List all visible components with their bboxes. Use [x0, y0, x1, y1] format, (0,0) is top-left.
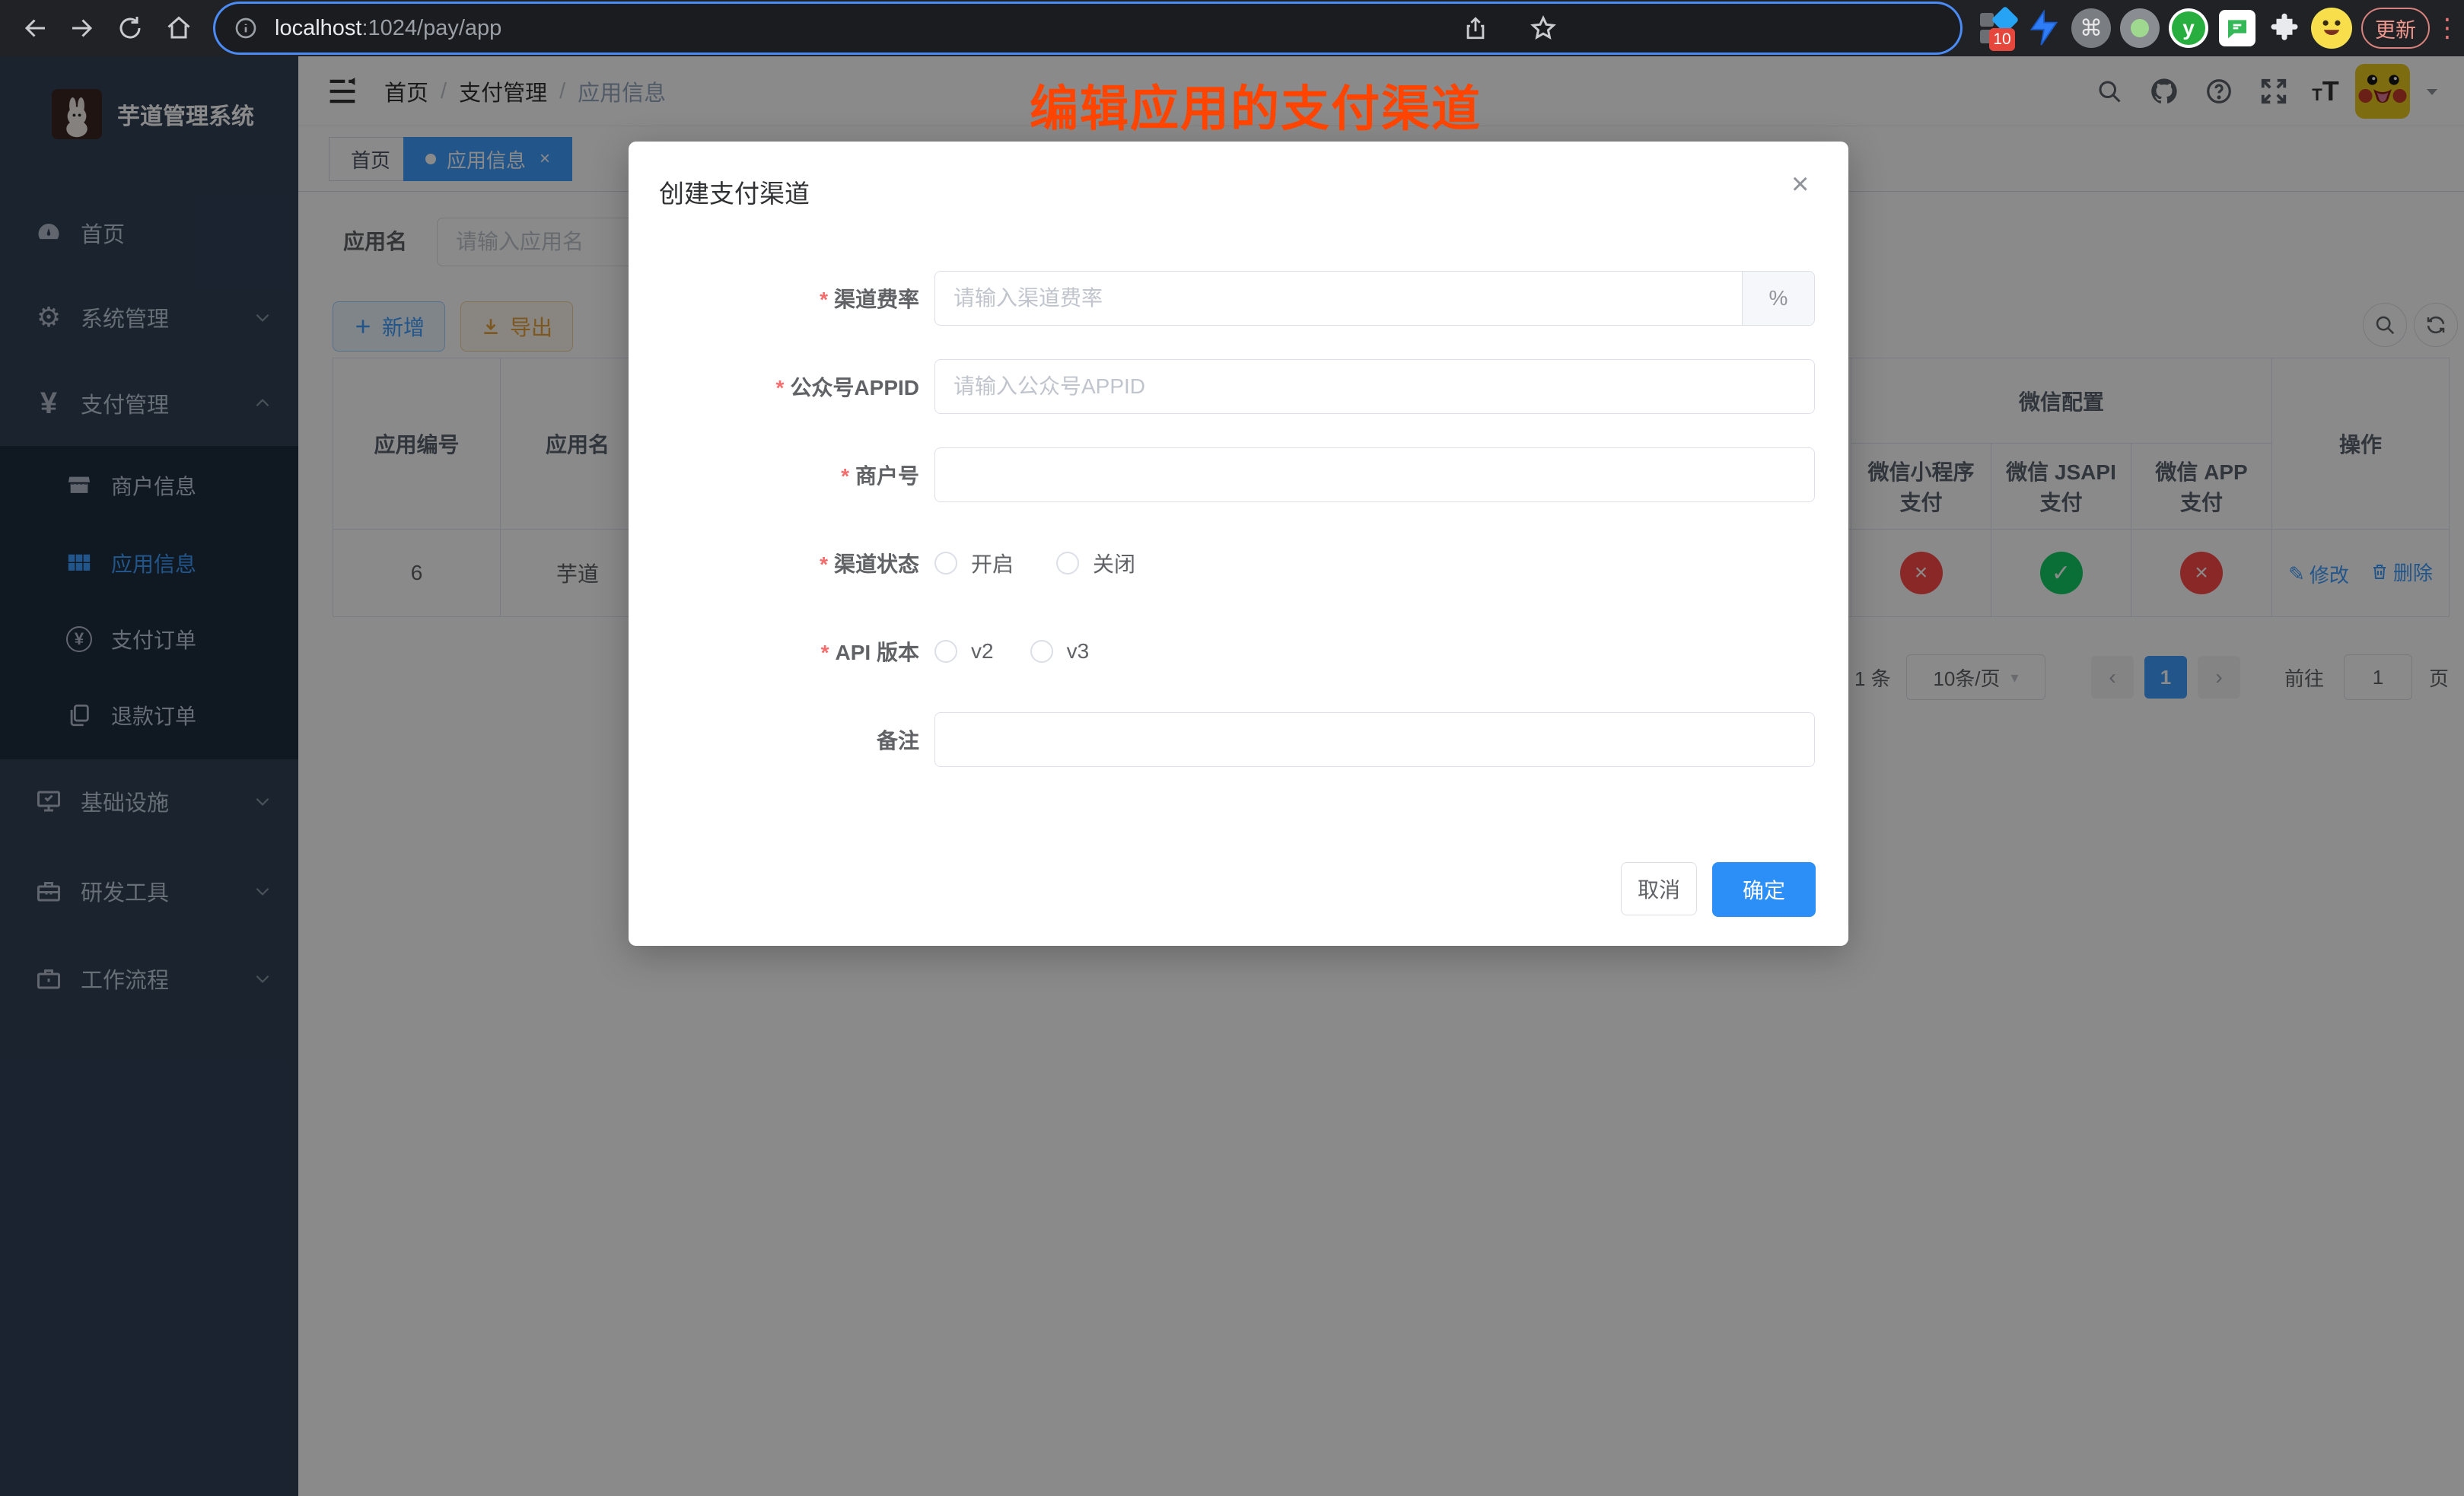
rate-label: *渠道费率 — [820, 283, 919, 314]
merchant-input-wrap — [934, 447, 1815, 502]
appid-input-wrap — [934, 359, 1815, 414]
extension-kite-icon[interactable] — [2021, 5, 2067, 51]
appid-input[interactable] — [935, 360, 1814, 413]
status-open-radio[interactable]: 开启 — [934, 548, 1014, 578]
form-row-remark: 备注 — [629, 712, 1848, 767]
merchant-input[interactable] — [935, 448, 1814, 501]
extension-dot-icon[interactable] — [2117, 5, 2163, 51]
remark-input-wrap — [934, 712, 1815, 767]
radio-icon — [1030, 640, 1053, 663]
extension-chat-icon[interactable] — [2214, 5, 2260, 51]
appid-label: *公众号APPID — [776, 371, 919, 402]
rate-input[interactable] — [935, 272, 1742, 325]
radio-icon — [934, 552, 957, 575]
create-channel-dialog: 创建支付渠道 × *渠道费率 % *公众号APPID *商户号 *渠道状态 — [629, 142, 1848, 946]
browser-update-button[interactable]: 更新 — [2361, 8, 2430, 49]
required-icon: * — [841, 464, 849, 488]
share-icon[interactable] — [1463, 15, 1488, 41]
confirm-button[interactable]: 确定 — [1712, 862, 1816, 917]
rate-input-wrap: % — [934, 271, 1815, 326]
profile-avatar-icon[interactable] — [2309, 5, 2354, 51]
api-v2-radio[interactable]: v2 — [934, 639, 994, 664]
remark-input[interactable] — [935, 713, 1814, 766]
dialog-close-icon[interactable]: × — [1791, 169, 1809, 199]
api-radio-group: v2 v3 — [934, 639, 1089, 664]
extension-y-icon[interactable]: y — [2166, 5, 2211, 51]
url-text: localhost:1024/pay/app — [275, 16, 501, 41]
extension-tiles-icon[interactable]: 10 — [1975, 5, 2021, 51]
form-row-api: *API 版本 v2 v3 — [629, 624, 1848, 679]
dialog-title: 创建支付渠道 — [659, 173, 810, 210]
radio-icon — [1056, 552, 1079, 575]
radio-label: v2 — [971, 639, 994, 664]
bookmark-star-icon[interactable] — [1530, 14, 1557, 42]
extension-command-icon[interactable]: ⌘ — [2068, 5, 2114, 51]
browser-reload-icon[interactable] — [111, 0, 149, 56]
radio-icon — [934, 640, 957, 663]
form-row-rate: *渠道费率 % — [629, 271, 1848, 326]
radio-label: 开启 — [971, 548, 1014, 578]
annotation-title: 编辑应用的支付渠道 — [890, 70, 1621, 140]
remark-label: 备注 — [877, 724, 919, 755]
form-row-status: *渠道状态 开启 关闭 — [629, 536, 1848, 590]
address-bar[interactable]: localhost:1024/pay/app — [215, 4, 1960, 53]
cancel-button[interactable]: 取消 — [1621, 862, 1697, 915]
merchant-label: *商户号 — [841, 460, 919, 490]
radio-label: v3 — [1067, 639, 1090, 664]
browser-menu-icon[interactable]: ⋮ — [2432, 0, 2462, 56]
required-icon: * — [821, 641, 829, 664]
browser-back-icon[interactable] — [17, 0, 55, 56]
site-info-icon[interactable] — [234, 16, 258, 40]
browser-home-icon[interactable] — [160, 0, 198, 56]
browser-toolbar: localhost:1024/pay/app 10 ⌘ y — [0, 0, 2464, 56]
required-icon: * — [820, 552, 828, 576]
rate-suffix: % — [1742, 272, 1814, 325]
status-radio-group: 开启 关闭 — [934, 548, 1135, 578]
form-row-appid: *公众号APPID — [629, 359, 1848, 414]
extensions-puzzle-icon[interactable] — [2262, 5, 2307, 51]
browser-forward-icon[interactable] — [62, 0, 100, 56]
radio-label: 关闭 — [1093, 548, 1135, 578]
status-closed-radio[interactable]: 关闭 — [1056, 548, 1135, 578]
form-row-merchant: *商户号 — [629, 447, 1848, 502]
required-icon: * — [776, 376, 785, 399]
api-label: *API 版本 — [821, 636, 919, 667]
extension-badge: 10 — [1989, 28, 2015, 51]
status-label: *渠道状态 — [820, 548, 919, 578]
api-v3-radio[interactable]: v3 — [1030, 639, 1090, 664]
required-icon: * — [820, 288, 828, 311]
